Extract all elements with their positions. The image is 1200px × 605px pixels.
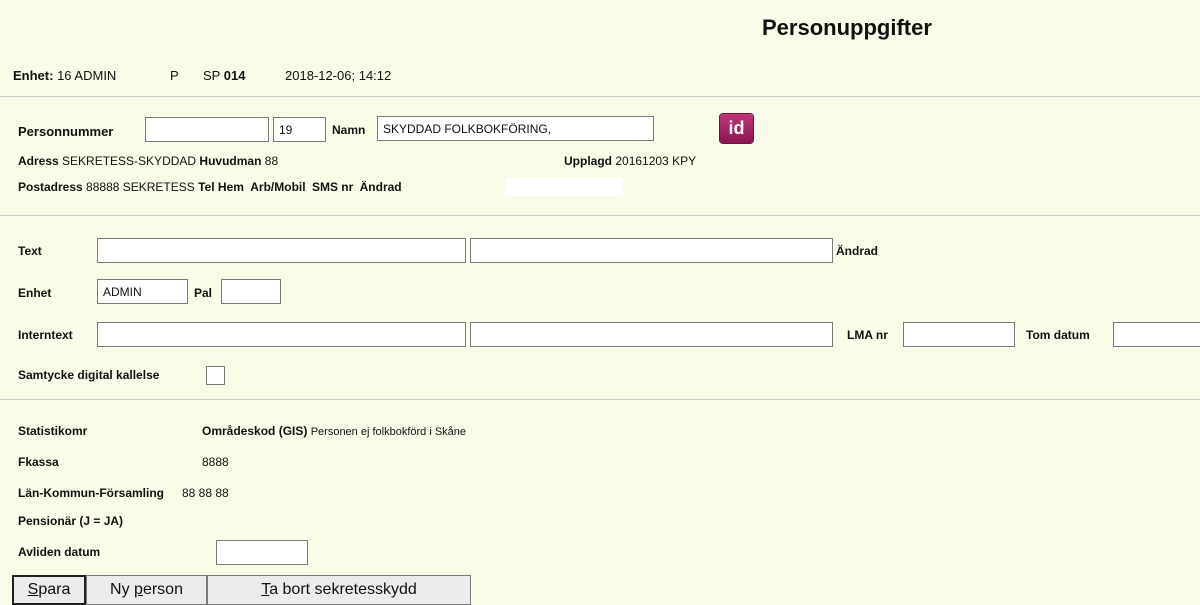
huvudman-value: 88 xyxy=(264,154,279,168)
tel-hem-label: Tel Hem xyxy=(198,180,244,194)
sms-label: SMS nr xyxy=(311,180,354,194)
unit-value: 16 ADMIN xyxy=(57,68,117,83)
interntext-label: Interntext xyxy=(18,328,73,342)
text-input-1[interactable] xyxy=(97,238,466,263)
postadress-row: Postadress 88888 SEKRETESS Tel Hem Arb/M… xyxy=(18,180,402,194)
postadress-value: 88888 SEKRETESS xyxy=(86,180,195,194)
ny-person-button[interactable]: Ny person xyxy=(86,575,207,605)
ta-bort-hotkey: T xyxy=(261,581,270,598)
upplagd-label: Upplagd xyxy=(564,154,612,168)
arb-mobil-label: Arb/Mobil xyxy=(250,180,306,194)
spara-hotkey: S xyxy=(27,581,39,598)
sp-label: SP xyxy=(203,68,221,83)
fkassa-value: 8888 xyxy=(202,455,229,469)
adress-label: Adress xyxy=(18,154,59,168)
sp-value: 014 xyxy=(223,68,246,83)
personnummer-input[interactable] xyxy=(145,117,269,142)
interntext-input-1[interactable] xyxy=(97,322,466,347)
omradeskod-row: Områdeskod (GIS) Personen ej folkbokförd… xyxy=(202,424,466,438)
tom-datum-label: Tom datum xyxy=(1026,328,1090,342)
pal-label: Pal xyxy=(194,286,213,300)
sp-info: SP 014 xyxy=(203,68,245,83)
andrad-label: Ändrad xyxy=(359,180,402,194)
personnummer-label: Personnummer xyxy=(18,124,114,139)
upplagd-row: Upplagd 20161203 KPY xyxy=(564,154,696,168)
ta-bort-sekretesskydd-button[interactable]: Ta bort sekretesskydd xyxy=(207,575,471,605)
header-info: Enhet: 16 ADMIN xyxy=(13,68,116,83)
samtycke-label: Samtycke digital kallelse xyxy=(18,368,160,382)
notes-andrad-label: Ändrad xyxy=(836,244,878,258)
page-title: Personuppgifter xyxy=(762,15,932,40)
ta-bort-label: a bort sekretesskydd xyxy=(269,581,417,598)
fkassa-label: Fkassa xyxy=(18,455,59,469)
lma-label: LMA nr xyxy=(847,328,888,342)
ny-person-hotkey: p xyxy=(134,581,143,598)
statistikomr-label: Statistikomr xyxy=(18,424,88,438)
lkf-label: Län-Kommun-Församling xyxy=(18,486,164,500)
id-button[interactable]: id xyxy=(720,114,753,143)
omradeskod-value: Personen ej folkbokförd i Skåne xyxy=(310,426,467,438)
samtycke-checkbox[interactable] xyxy=(206,366,225,385)
pensionar-label: Pensionär (J = JA) xyxy=(18,514,124,528)
divider xyxy=(0,399,1200,400)
ny-person-label-pre: Ny xyxy=(110,581,135,598)
redacted-area xyxy=(505,178,623,196)
postadress-label: Postadress xyxy=(18,180,83,194)
spara-label: para xyxy=(38,581,71,598)
upplagd-value: 20161203 KPY xyxy=(615,154,697,168)
tom-datum-input[interactable] xyxy=(1113,322,1200,347)
lkf-value: 88 88 88 xyxy=(182,486,229,500)
enhet-input[interactable] xyxy=(97,279,188,304)
enhet-label: Enhet xyxy=(18,286,52,300)
adress-value: SEKRETESS-SKYDDAD xyxy=(62,154,197,168)
header-datetime: 2018-12-06; 14:12 xyxy=(285,68,392,83)
divider xyxy=(0,215,1200,216)
namn-input[interactable] xyxy=(377,116,654,141)
century-input[interactable] xyxy=(273,117,326,142)
huvudman-label: Huvudman xyxy=(199,154,262,168)
lma-input[interactable] xyxy=(903,322,1015,347)
namn-label: Namn xyxy=(332,123,366,137)
text-input-2[interactable] xyxy=(470,238,833,263)
ny-person-label: erson xyxy=(142,581,183,598)
pal-input[interactable] xyxy=(221,279,281,304)
omradeskod-label: Områdeskod (GIS) xyxy=(202,424,308,438)
interntext-input-2[interactable] xyxy=(470,322,833,347)
spara-button[interactable]: Spara xyxy=(12,575,86,605)
adress-row: Adress SEKRETESS-SKYDDAD Huvudman 88 xyxy=(18,154,278,168)
patient-type: P xyxy=(170,68,179,83)
unit-label: Enhet: xyxy=(13,68,54,83)
text-label: Text xyxy=(18,244,42,258)
avliden-label: Avliden datum xyxy=(18,545,101,559)
divider xyxy=(0,96,1200,97)
avliden-input[interactable] xyxy=(216,540,308,565)
